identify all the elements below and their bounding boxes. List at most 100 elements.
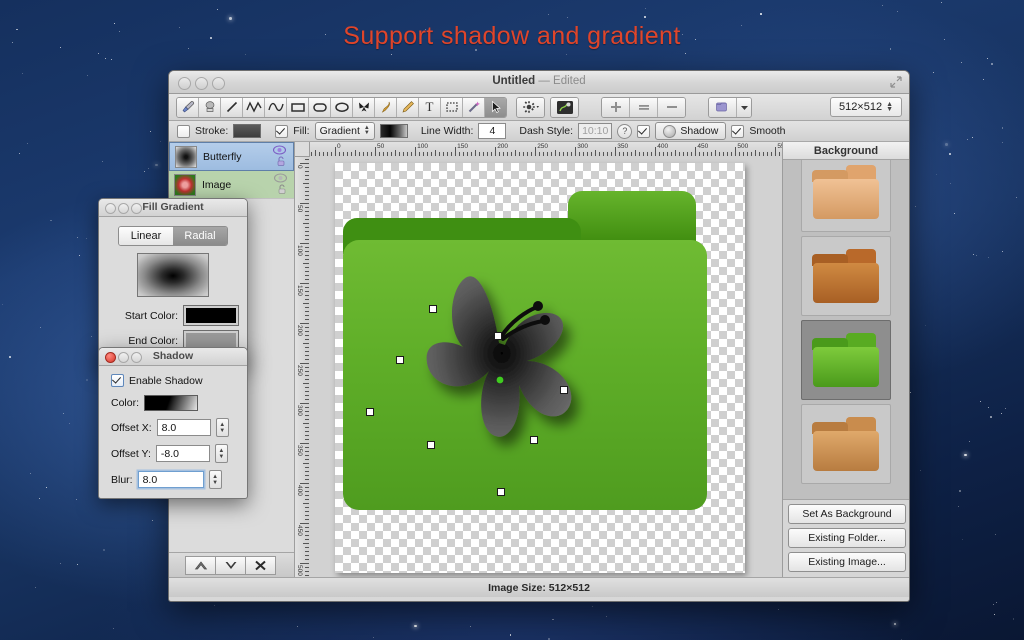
offset-y-input[interactable]: -8.0 xyxy=(155,445,210,462)
effects-icon[interactable] xyxy=(551,97,578,117)
canvas-size-stepper[interactable]: ▲ ▼ xyxy=(886,101,893,113)
blur-stepper[interactable]: ▲ ▼ xyxy=(208,470,222,489)
help-icon[interactable]: ? xyxy=(617,123,633,139)
start-color-label: Start Color: xyxy=(124,309,178,322)
enable-shadow-label: Enable Shadow xyxy=(129,374,203,387)
layer-row-image[interactable]: Image xyxy=(169,171,294,199)
offset-y-stepper[interactable]: ▲ ▼ xyxy=(214,444,228,463)
gradient-type-segmented[interactable]: Linear Radial xyxy=(118,226,228,246)
line-icon[interactable] xyxy=(221,97,243,117)
selection-handle[interactable] xyxy=(396,356,404,364)
horizontal-ruler[interactable]: 050100150200250300350400450500550 xyxy=(295,142,782,157)
settings-group[interactable] xyxy=(516,96,545,118)
brown-folder-tile[interactable] xyxy=(801,236,891,316)
wood-folder-tile[interactable] xyxy=(801,404,891,484)
shadow-color-well[interactable] xyxy=(144,395,199,411)
layer-lock-icon[interactable] xyxy=(277,156,285,168)
radial-segment[interactable]: Radial xyxy=(173,227,227,245)
set-as-background-button[interactable]: Set As Background xyxy=(788,504,906,524)
dash-style-input[interactable]: 10:10 xyxy=(578,123,613,139)
delete-layer-button[interactable] xyxy=(245,555,276,575)
background-panel-actions: Set As Background Existing Folder... Exi… xyxy=(783,499,909,577)
ellipse-icon[interactable] xyxy=(331,97,353,117)
enable-shadow-checkbox[interactable] xyxy=(111,374,124,387)
butterfly-shape-icon[interactable] xyxy=(353,97,375,117)
background-tile-list[interactable] xyxy=(783,160,909,499)
gear-icon[interactable] xyxy=(517,97,544,117)
stroke-checkbox[interactable] xyxy=(177,124,190,138)
shadow-button-label: Shadow xyxy=(680,125,719,137)
blur-input[interactable]: 8.0 xyxy=(137,471,204,488)
start-color-well[interactable] xyxy=(183,305,239,326)
zoom-group[interactable] xyxy=(601,96,686,118)
selection-handle[interactable] xyxy=(429,305,437,313)
bezier-icon[interactable] xyxy=(375,97,397,117)
linear-segment[interactable]: Linear xyxy=(119,227,173,245)
shadow-titlebar[interactable]: Shadow xyxy=(99,348,247,366)
export-group[interactable] xyxy=(708,96,752,118)
stroke-color-swatch[interactable] xyxy=(233,124,262,138)
text-tool-icon[interactable]: T xyxy=(419,97,441,117)
window-titlebar[interactable]: Untitled — Edited xyxy=(169,71,909,94)
fill-gradient-body: Linear Radial Start Color: End Color: xyxy=(99,217,247,365)
selection-handle[interactable] xyxy=(494,332,502,340)
canvas-size-field[interactable]: 512×512 ▲ ▼ xyxy=(830,97,902,117)
shadow-palette-title: Shadow xyxy=(152,350,194,362)
tool-group[interactable]: T xyxy=(176,96,507,118)
fill-checkbox[interactable] xyxy=(275,124,289,138)
move-layer-up-button[interactable] xyxy=(185,555,215,575)
offset-x-input[interactable]: 8.0 xyxy=(156,419,211,436)
selection-handle[interactable] xyxy=(530,436,538,444)
pencil-icon[interactable] xyxy=(397,97,419,117)
smooth-checkbox[interactable] xyxy=(731,124,745,138)
line-width-input[interactable]: 4 xyxy=(478,123,507,139)
chevron-down-icon[interactable] xyxy=(737,97,751,117)
window-body: Butterfly Image 0 50 100 150 200 250 300… xyxy=(169,142,909,577)
export-icon[interactable] xyxy=(709,97,737,117)
rectangle-icon[interactable] xyxy=(287,97,309,117)
zoom-out-button[interactable] xyxy=(658,97,685,117)
fill-gradient-titlebar[interactable]: Fill Gradient xyxy=(99,199,247,217)
effects-group[interactable] xyxy=(550,96,579,118)
fill-mode-popup[interactable]: Gradient ▲ ▼ xyxy=(314,122,375,140)
layer-row-butterfly[interactable]: Butterfly xyxy=(169,142,294,171)
magic-wand-icon[interactable] xyxy=(463,97,485,117)
offset-x-label: Offset X: xyxy=(111,421,152,434)
selection-handle[interactable] xyxy=(497,488,505,496)
selection-handle[interactable] xyxy=(366,408,374,416)
fill-mode-value: Gradient xyxy=(319,125,360,137)
main-toolbar: T 512×512 ▲ ▼ xyxy=(169,94,909,121)
fullscreen-icon[interactable] xyxy=(890,76,902,88)
arrow-select-icon[interactable] xyxy=(485,97,506,117)
marquee-select-icon[interactable] xyxy=(441,97,463,117)
stamp-icon[interactable] xyxy=(199,97,221,117)
zoom-in-button[interactable] xyxy=(602,97,630,117)
document-canvas[interactable] xyxy=(335,163,745,573)
polyline-icon[interactable] xyxy=(243,97,265,117)
gradient-preview[interactable] xyxy=(137,253,209,297)
layer-lock-icon[interactable] xyxy=(278,184,286,196)
banner-caption: Support shadow and gradient xyxy=(343,22,681,50)
selection-handle[interactable] xyxy=(427,441,435,449)
shadow-checkbox[interactable] xyxy=(637,124,651,138)
fill-gradient-swatch[interactable] xyxy=(379,124,408,138)
tan-folder-tile[interactable] xyxy=(801,160,891,232)
selection-handle[interactable] xyxy=(560,386,568,394)
butterfly-thumb xyxy=(175,145,197,168)
background-panel-header: Background xyxy=(783,142,909,160)
green-folder-tile[interactable] xyxy=(801,320,891,400)
offset-x-stepper[interactable]: ▲ ▼ xyxy=(215,418,229,437)
window-title: Untitled — Edited xyxy=(169,75,909,87)
move-layer-down-button[interactable] xyxy=(215,555,245,575)
end-color-label: End Color: xyxy=(128,334,178,347)
vertical-ruler[interactable]: 0 50 100 150 200 250 300 350 400 450 500 xyxy=(295,156,310,577)
existing-image-button[interactable]: Existing Image... xyxy=(788,552,906,572)
status-bar: Image Size: 512×512 xyxy=(169,577,909,597)
canvas-scroll-pane[interactable] xyxy=(309,156,782,577)
existing-folder-button[interactable]: Existing Folder... xyxy=(788,528,906,548)
zoom-actual-button[interactable] xyxy=(630,97,658,117)
shadow-button[interactable]: Shadow xyxy=(655,122,727,140)
eyedropper-icon[interactable] xyxy=(177,97,199,117)
rounded-rect-icon[interactable] xyxy=(309,97,331,117)
curve-icon[interactable] xyxy=(265,97,287,117)
